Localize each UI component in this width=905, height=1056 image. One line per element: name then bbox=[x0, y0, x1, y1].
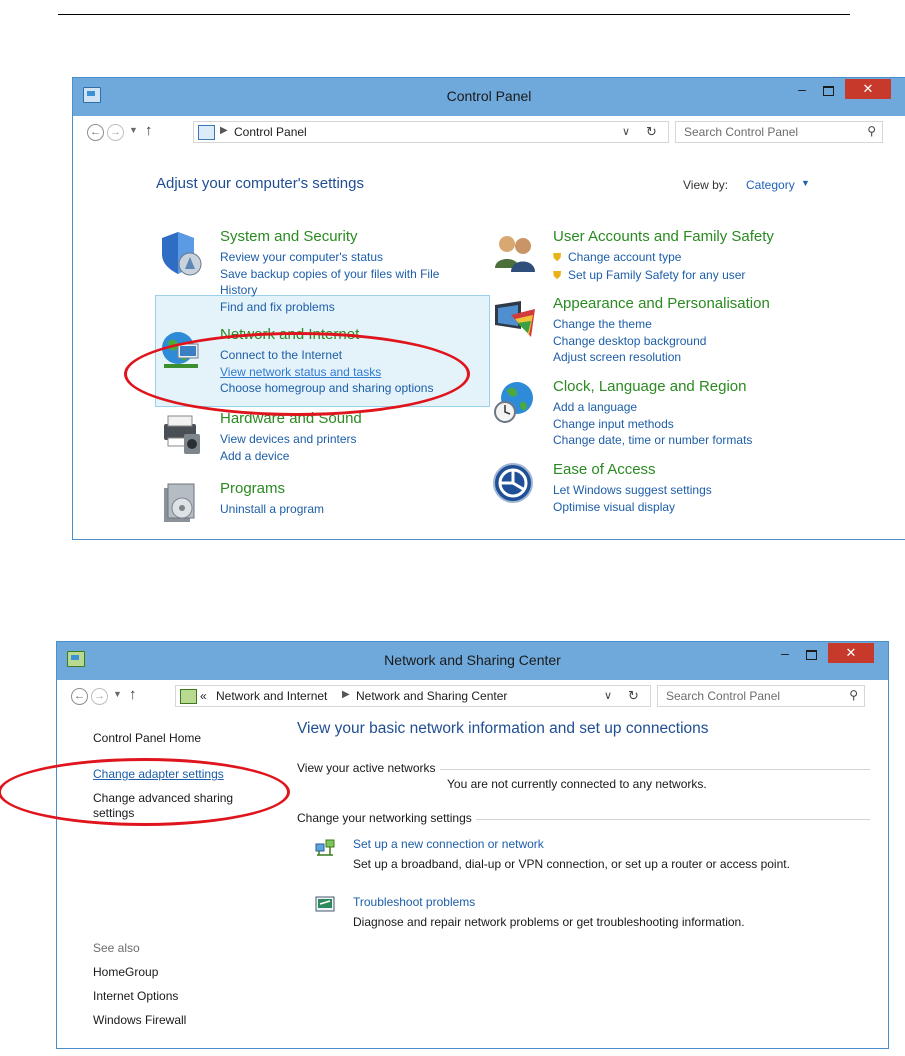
link-add-language[interactable]: Add a language bbox=[553, 399, 752, 416]
troubleshoot-link[interactable]: Troubleshoot problems bbox=[353, 895, 475, 909]
connection-status-text: You are not currently connected to any n… bbox=[447, 777, 707, 791]
link-uninstall-program[interactable]: Uninstall a program bbox=[220, 501, 324, 518]
link-windows-suggest[interactable]: Let Windows suggest settings bbox=[553, 482, 712, 499]
recent-locations-icon[interactable]: ▼ bbox=[113, 689, 122, 699]
maximize-button[interactable] bbox=[798, 646, 824, 664]
title-bar[interactable]: Control Panel – ✕ bbox=[73, 78, 905, 116]
search-icon[interactable]: ⚲ bbox=[849, 688, 858, 702]
sidebar-item-homegroup[interactable]: HomeGroup bbox=[93, 965, 158, 979]
category-title[interactable]: User Accounts and Family Safety bbox=[553, 228, 774, 245]
setup-connection-link[interactable]: Set up a new connection or network bbox=[353, 837, 544, 851]
up-arrow-icon[interactable]: ↑ bbox=[129, 686, 137, 703]
refresh-icon[interactable]: ↻ bbox=[628, 688, 639, 704]
link-find-fix[interactable]: Find and fix problems bbox=[220, 299, 439, 316]
networking-settings-label: Change your networking settings bbox=[297, 811, 476, 825]
close-button[interactable]: ✕ bbox=[828, 643, 874, 663]
search-box[interactable]: Search Control Panel ⚲ bbox=[675, 121, 883, 143]
minimize-button[interactable]: – bbox=[789, 82, 815, 100]
annotation-oval bbox=[0, 758, 290, 826]
category-title[interactable]: System and Security bbox=[220, 228, 358, 245]
link-change-account-type[interactable]: Change account type bbox=[553, 249, 745, 267]
search-input[interactable]: Search Control Panel bbox=[666, 689, 780, 703]
page-title: View your basic network information and … bbox=[297, 720, 709, 737]
troubleshoot-icon bbox=[315, 896, 335, 912]
shield-icon bbox=[162, 232, 202, 276]
address-bar[interactable]: ▶ Control Panel ∨ ↻ bbox=[193, 121, 669, 143]
network-sharing-window: Network and Sharing Center – ✕ ← → ▼ ↑ «… bbox=[56, 641, 889, 1049]
search-input[interactable]: Search Control Panel bbox=[684, 125, 798, 139]
link-add-device[interactable]: Add a device bbox=[220, 448, 357, 465]
title-bar[interactable]: Network and Sharing Center – ✕ bbox=[57, 642, 888, 680]
printer-icon bbox=[164, 415, 200, 454]
search-icon[interactable]: ⚲ bbox=[867, 124, 876, 138]
new-connection-icon bbox=[315, 839, 335, 856]
globe-clock-icon bbox=[494, 382, 533, 423]
link-view-devices[interactable]: View devices and printers bbox=[220, 431, 357, 448]
refresh-icon[interactable]: ↻ bbox=[646, 124, 657, 140]
window-title: Network and Sharing Center bbox=[384, 652, 561, 668]
link-save-backup[interactable]: Save backup copies of your files with Fi… bbox=[220, 266, 439, 283]
maximize-button[interactable] bbox=[815, 82, 841, 100]
breadcrumb-control-panel[interactable]: Control Panel bbox=[234, 125, 307, 139]
minimize-button[interactable]: – bbox=[772, 646, 798, 664]
link-date-time-formats[interactable]: Change date, time or number formats bbox=[553, 432, 752, 449]
link-save-backup-cont[interactable]: History bbox=[220, 282, 439, 299]
caret-down-icon[interactable]: ▼ bbox=[801, 178, 810, 188]
back-arrow-icon[interactable]: ← bbox=[71, 688, 88, 705]
breadcrumb-network-internet[interactable]: Network and Internet bbox=[216, 689, 327, 703]
sidebar-item-internet-options[interactable]: Internet Options bbox=[93, 989, 178, 1003]
recent-locations-icon[interactable]: ▼ bbox=[129, 125, 138, 135]
chevron-right-icon[interactable]: ▶ bbox=[220, 125, 228, 136]
link-optimise-display[interactable]: Optimise visual display bbox=[553, 499, 712, 516]
up-arrow-icon[interactable]: ↑ bbox=[145, 122, 153, 139]
back-arrow-icon[interactable]: ← bbox=[87, 124, 104, 141]
chevron-down-icon[interactable]: ∨ bbox=[622, 125, 630, 138]
programs-icon bbox=[164, 483, 195, 522]
chevron-down-icon[interactable]: ∨ bbox=[604, 689, 612, 702]
sidebar-item-home[interactable]: Control Panel Home bbox=[93, 731, 201, 745]
navigation-bar: ← → ▼ ↑ « Network and Internet ▶ Network… bbox=[57, 680, 888, 712]
link-input-methods[interactable]: Change input methods bbox=[553, 416, 752, 433]
users-icon bbox=[495, 236, 535, 272]
category-title[interactable]: Programs bbox=[220, 480, 285, 497]
forward-arrow-icon[interactable]: → bbox=[91, 688, 108, 705]
breadcrumb-network-sharing[interactable]: Network and Sharing Center bbox=[356, 689, 507, 703]
sidebar-item-windows-firewall[interactable]: Windows Firewall bbox=[93, 1013, 186, 1027]
annotation-oval bbox=[124, 332, 470, 416]
ease-of-access-icon bbox=[493, 463, 533, 503]
page-divider bbox=[58, 14, 850, 15]
link-screen-resolution[interactable]: Adjust screen resolution bbox=[553, 349, 706, 366]
troubleshoot-description: Diagnose and repair network problems or … bbox=[353, 915, 745, 929]
navigation-bar: ← → ▼ ↑ ▶ Control Panel ∨ ↻ Search Contr… bbox=[73, 116, 905, 148]
link-family-safety[interactable]: Set up Family Safety for any user bbox=[553, 267, 745, 285]
control-panel-icon bbox=[198, 125, 215, 140]
category-title[interactable]: Ease of Access bbox=[553, 461, 656, 478]
view-by-dropdown[interactable]: Category bbox=[746, 178, 795, 192]
setup-connection-description: Set up a broadband, dial-up or VPN conne… bbox=[353, 857, 790, 871]
link-review-status[interactable]: Review your computer's status bbox=[220, 249, 439, 266]
active-networks-label: View your active networks bbox=[297, 761, 440, 775]
page-title: Adjust your computer's settings bbox=[156, 175, 364, 192]
link-change-theme[interactable]: Change the theme bbox=[553, 316, 706, 333]
address-bar[interactable]: « Network and Internet ▶ Network and Sha… bbox=[175, 685, 651, 707]
see-also-heading: See also bbox=[93, 941, 140, 955]
chevron-right-icon[interactable]: ▶ bbox=[342, 689, 350, 700]
breadcrumb-overflow[interactable]: « bbox=[200, 689, 207, 703]
control-panel-window: Control Panel – ✕ ← → ▼ ↑ ▶ Control Pane… bbox=[72, 77, 905, 540]
category-title[interactable]: Appearance and Personalisation bbox=[553, 295, 770, 312]
monitor-palette-icon bbox=[495, 301, 535, 337]
close-button[interactable]: ✕ bbox=[845, 79, 891, 99]
network-icon bbox=[180, 689, 197, 704]
window-title: Control Panel bbox=[446, 88, 532, 104]
search-box[interactable]: Search Control Panel ⚲ bbox=[657, 685, 865, 707]
link-desktop-background[interactable]: Change desktop background bbox=[553, 333, 706, 350]
forward-arrow-icon[interactable]: → bbox=[107, 124, 124, 141]
view-by-label: View by: bbox=[683, 178, 729, 192]
category-title[interactable]: Clock, Language and Region bbox=[553, 378, 746, 395]
